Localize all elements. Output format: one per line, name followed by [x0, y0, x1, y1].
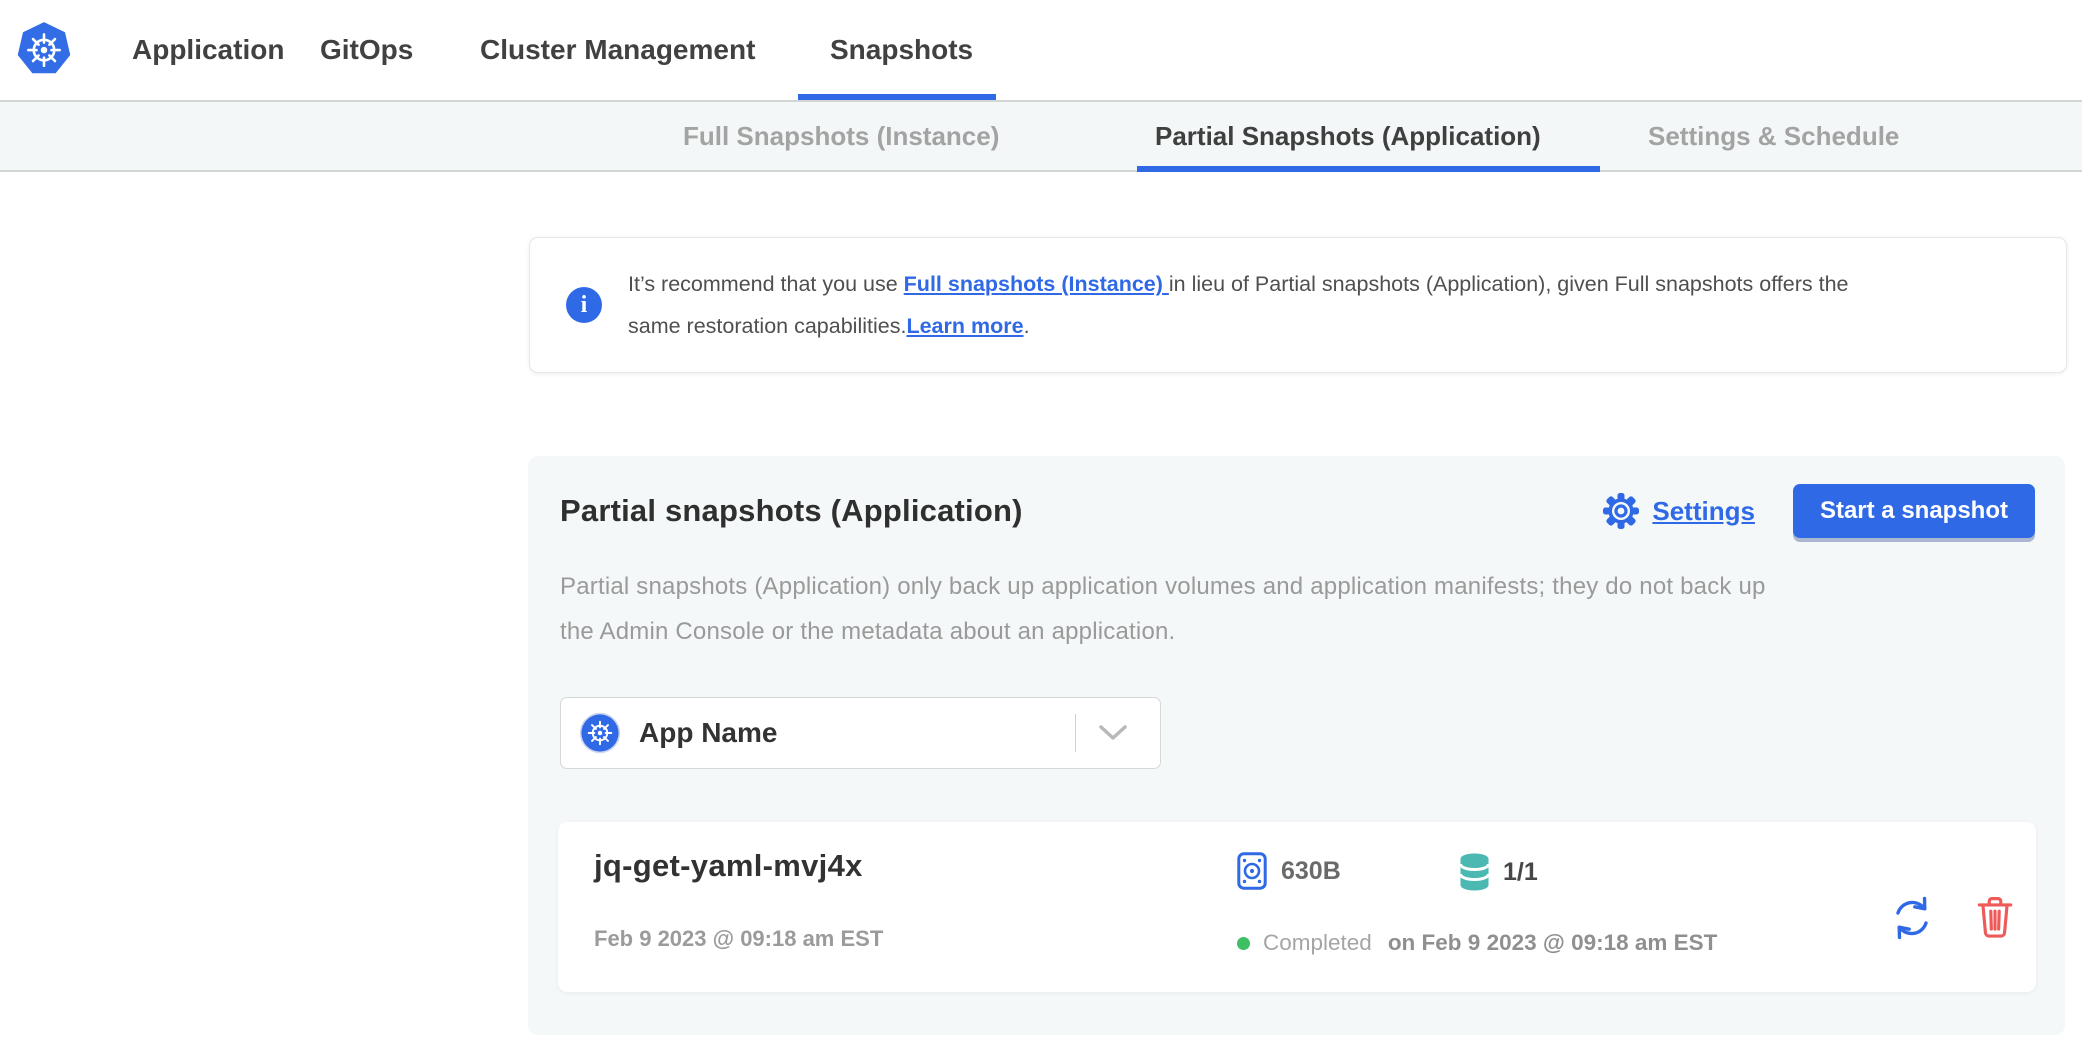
- banner-text-1: It’s recommend that you use: [628, 272, 904, 296]
- green-status-dot: [1237, 937, 1250, 950]
- active-tab-underline: [1137, 166, 1600, 172]
- kubernetes-app-icon: [579, 712, 621, 754]
- banner-text-2: in lieu of Partial snapshots (Applicatio…: [1169, 272, 1849, 296]
- gear-icon: [1601, 491, 1641, 531]
- trash-icon: [1976, 896, 2014, 938]
- panel-title: Partial snapshots (Application): [560, 493, 1023, 529]
- database-icon: [1458, 852, 1491, 892]
- tab-full-snapshots-instance[interactable]: Full Snapshots (Instance): [683, 102, 999, 170]
- nav-item-application[interactable]: Application: [132, 0, 284, 100]
- tab-partial-snapshots-application[interactable]: Partial Snapshots (Application): [1155, 102, 1541, 170]
- snapshot-size-value: 630B: [1281, 857, 1341, 886]
- status-label: Completed: [1263, 930, 1372, 956]
- panel-description: Partial snapshots (Application) only bac…: [560, 564, 2038, 654]
- status-detail: on Feb 9 2023 @ 09:18 am EST: [1388, 930, 1718, 956]
- snapshot-name: jq-get-yaml-mvj4x: [594, 848, 863, 884]
- delete-snapshot-button[interactable]: [1976, 896, 2014, 941]
- banner-text-4: .: [1024, 314, 1030, 338]
- panel-header: Partial snapshots (Application) S: [560, 476, 2035, 546]
- info-icon: i: [566, 287, 602, 323]
- banner-text-3: same restoration capabilities.: [628, 314, 906, 338]
- info-banner: i It’s recommend that you use Full snaps…: [529, 237, 2067, 373]
- snapshot-volumes-value: 1/1: [1503, 858, 1538, 887]
- snapshot-row: jq-get-yaml-mvj4x Feb 9 2023 @ 09:18 am …: [558, 822, 2036, 992]
- restore-icon: [1890, 896, 1934, 940]
- restore-snapshot-button[interactable]: [1890, 896, 1934, 943]
- info-banner-text: It’s recommend that you use Full snapsho…: [628, 263, 1849, 347]
- snapshot-volumes: 1/1: [1458, 852, 1538, 892]
- snapshot-size: 630B: [1237, 852, 1341, 890]
- nav-item-snapshots[interactable]: Snapshots: [830, 0, 973, 100]
- disk-icon: [1237, 852, 1267, 890]
- snapshots-sub-navigation: Full Snapshots (Instance) Partial Snapsh…: [0, 100, 2082, 172]
- nav-item-cluster-management[interactable]: Cluster Management: [480, 0, 755, 100]
- app-name-value: App Name: [639, 717, 777, 749]
- snapshot-created-date: Feb 9 2023 @ 09:18 am EST: [594, 926, 883, 952]
- app-name-selector[interactable]: App Name: [560, 697, 1161, 769]
- full-snapshots-instance-link[interactable]: Full snapshots (Instance): [904, 272, 1169, 296]
- tab-settings-schedule[interactable]: Settings & Schedule: [1648, 102, 1899, 170]
- start-snapshot-button[interactable]: Start a snapshot: [1793, 484, 2035, 538]
- snapshot-status: Completed on Feb 9 2023 @ 09:18 am EST: [1237, 930, 1717, 956]
- kubernetes-logo-icon: [16, 20, 72, 78]
- learn-more-link[interactable]: Learn more: [906, 314, 1023, 338]
- snapshot-settings-link[interactable]: Settings: [1601, 491, 1755, 531]
- top-navigation-bar: Application GitOps Cluster Management Sn…: [0, 0, 2082, 100]
- partial-snapshots-panel: Partial snapshots (Application) S: [528, 456, 2065, 1035]
- nav-item-gitops[interactable]: GitOps: [320, 0, 413, 100]
- selector-divider: [1075, 714, 1076, 752]
- settings-link-label: Settings: [1652, 496, 1755, 527]
- chevron-down-icon[interactable]: [1098, 724, 1128, 742]
